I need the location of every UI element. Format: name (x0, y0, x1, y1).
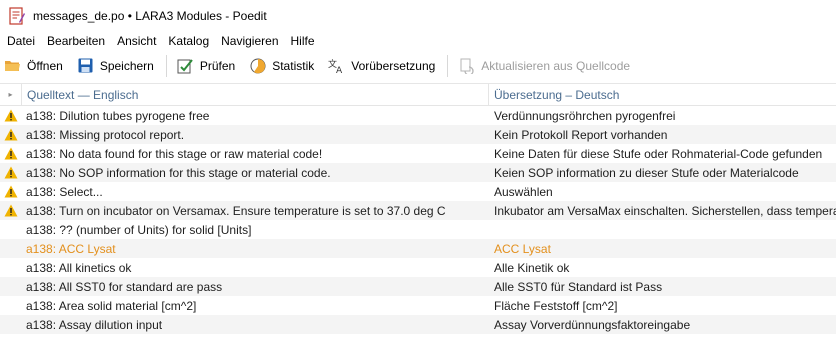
source-text: a138: Select... (26, 184, 103, 199)
pie-chart-icon (249, 57, 266, 74)
list-body: a138: Dilution tubes pyrogene free Verdün… (0, 106, 836, 334)
source-text: a138: All SST0 for standard are pass (26, 279, 223, 294)
menu-datei[interactable]: Datei (0, 31, 41, 51)
source-text: a138: ACC Lysat (26, 241, 116, 256)
source-text: a138: No SOP information for this stage … (26, 165, 331, 180)
table-row[interactable]: a138: All kinetics ok Alle Kinetik ok (0, 258, 836, 277)
svg-text:A: A (336, 66, 343, 74)
row-status-cell (0, 182, 22, 201)
update-from-source-label: Aktualisieren aus Quellcode (481, 58, 631, 73)
warning-icon (4, 185, 18, 198)
translation-text: Kein Protokoll Report vorhanden (494, 127, 668, 142)
folder-icon (4, 57, 21, 74)
translation-text: Assay Vorverdünnungsfaktoreingabe (494, 317, 691, 332)
checklist-icon (177, 57, 194, 74)
translation-text: Alle Kinetik ok (494, 260, 570, 275)
sort-indicator-icon[interactable]: ▸ (0, 84, 22, 105)
validate-label: Prüfen (199, 58, 236, 73)
translation-text: Fläche Feststoff [cm^2] (494, 298, 618, 313)
menu-navigieren[interactable]: Navigieren (215, 31, 284, 51)
table-row[interactable]: a138: ?? (number of Units) for solid [Un… (0, 220, 836, 239)
row-status-cell (0, 296, 22, 315)
open-label: Öffnen (27, 58, 63, 73)
window-title: messages_de.po • LARA3 Modules - Poedit (33, 8, 267, 23)
poedit-app-icon (9, 6, 25, 25)
table-row[interactable]: a138: All SST0 for standard are pass Alle… (0, 277, 836, 296)
title-bar: messages_de.po • LARA3 Modules - Poedit (0, 0, 836, 31)
statistics-button[interactable]: Statistik (245, 53, 318, 79)
translation-text: Alle SST0 für Standard ist Pass (494, 279, 663, 294)
table-row[interactable]: a138: Missing protocol report. Kein Proto… (0, 125, 836, 144)
source-text: a138: Dilution tubes pyrogene free (26, 108, 210, 123)
source-column-header[interactable]: Quelltext — Englisch (22, 84, 489, 105)
pretranslate-button[interactable]: 文A Vorübersetzung (324, 53, 439, 79)
source-text: a138: Missing protocol report. (26, 127, 185, 142)
table-row[interactable]: a138: ACC Lysat ACC Lysat (0, 239, 836, 258)
menu-hilfe[interactable]: Hilfe (285, 31, 321, 51)
menu-ansicht[interactable]: Ansicht (111, 31, 162, 51)
translation-text: Keine Daten für diese Stufe oder Rohmate… (494, 146, 823, 161)
pretranslate-label: Vorübersetzung (351, 58, 436, 73)
statistics-label: Statistik (272, 58, 315, 73)
table-row[interactable]: a138: No SOP information for this stage … (0, 163, 836, 182)
row-status-cell (0, 258, 22, 277)
row-status-cell (0, 239, 22, 258)
translate-icon: 文A (328, 57, 345, 74)
save-label: Speichern (99, 58, 154, 73)
source-text: a138: No data found for this stage or ra… (26, 146, 323, 161)
warning-icon (4, 204, 18, 217)
floppy-disk-icon (77, 57, 94, 74)
translation-text: Keien SOP information zu dieser Stufe od… (494, 165, 799, 180)
save-button[interactable]: Speichern (73, 53, 158, 79)
row-status-cell (0, 220, 22, 239)
source-text: a138: Turn on incubator on Versamax. Ens… (26, 203, 446, 218)
update-from-source-button[interactable]: Aktualisieren aus Quellcode (454, 53, 634, 79)
refresh-document-icon (458, 57, 475, 74)
source-text: a138: Area solid material [cm^2] (26, 298, 197, 313)
source-text: a138: Assay dilution input (26, 317, 163, 332)
table-row[interactable]: a138: Select... Auswählen (0, 182, 836, 201)
table-row[interactable]: a138: No data found for this stage or ra… (0, 144, 836, 163)
source-text: a138: ?? (number of Units) for solid [Un… (26, 222, 252, 237)
translation-text: ACC Lysat (494, 241, 551, 256)
table-row[interactable]: a138: Turn on incubator on Versamax. Ens… (0, 201, 836, 220)
row-status-cell (0, 277, 22, 296)
row-status-cell (0, 144, 22, 163)
menu-bearbeiten[interactable]: Bearbeiten (41, 31, 111, 51)
warning-icon (4, 109, 18, 122)
toolbar-separator (447, 54, 449, 77)
table-row[interactable]: a138: Area solid material [cm^2] Fläche F… (0, 296, 836, 315)
translation-text: Auswählen (494, 184, 553, 199)
row-status-cell (0, 125, 22, 144)
warning-icon (4, 128, 18, 141)
translation-text: Inkubator am VersaMax einschalten. Siche… (494, 203, 836, 218)
menu-bar: Datei Bearbeiten Ansicht Katalog Navigie… (0, 31, 836, 51)
warning-icon (4, 166, 18, 179)
row-status-cell (0, 106, 22, 125)
validate-button[interactable]: Prüfen (173, 53, 239, 79)
translation-list: ▸ Quelltext — Englisch Übersetzung – Deu… (0, 83, 836, 338)
source-text: a138: All kinetics ok (26, 260, 132, 275)
toolbar: Öffnen Speichern Prüfen Statistik 文A Vor… (0, 51, 836, 80)
row-status-cell (0, 201, 22, 220)
menu-katalog[interactable]: Katalog (162, 31, 215, 51)
list-header: ▸ Quelltext — Englisch Übersetzung – Deu… (0, 84, 836, 106)
row-status-cell (0, 315, 22, 334)
translation-column-header[interactable]: Übersetzung – Deutsch (489, 84, 836, 105)
table-row[interactable]: a138: Assay dilution input Assay Vorverdü… (0, 315, 836, 334)
toolbar-separator (165, 54, 167, 77)
table-row[interactable]: a138: Dilution tubes pyrogene free Verdün… (0, 106, 836, 125)
open-button[interactable]: Öffnen (0, 53, 67, 79)
row-status-cell (0, 163, 22, 182)
warning-icon (4, 147, 18, 160)
translation-text: Verdünnungsröhrchen pyrogenfrei (494, 108, 676, 123)
